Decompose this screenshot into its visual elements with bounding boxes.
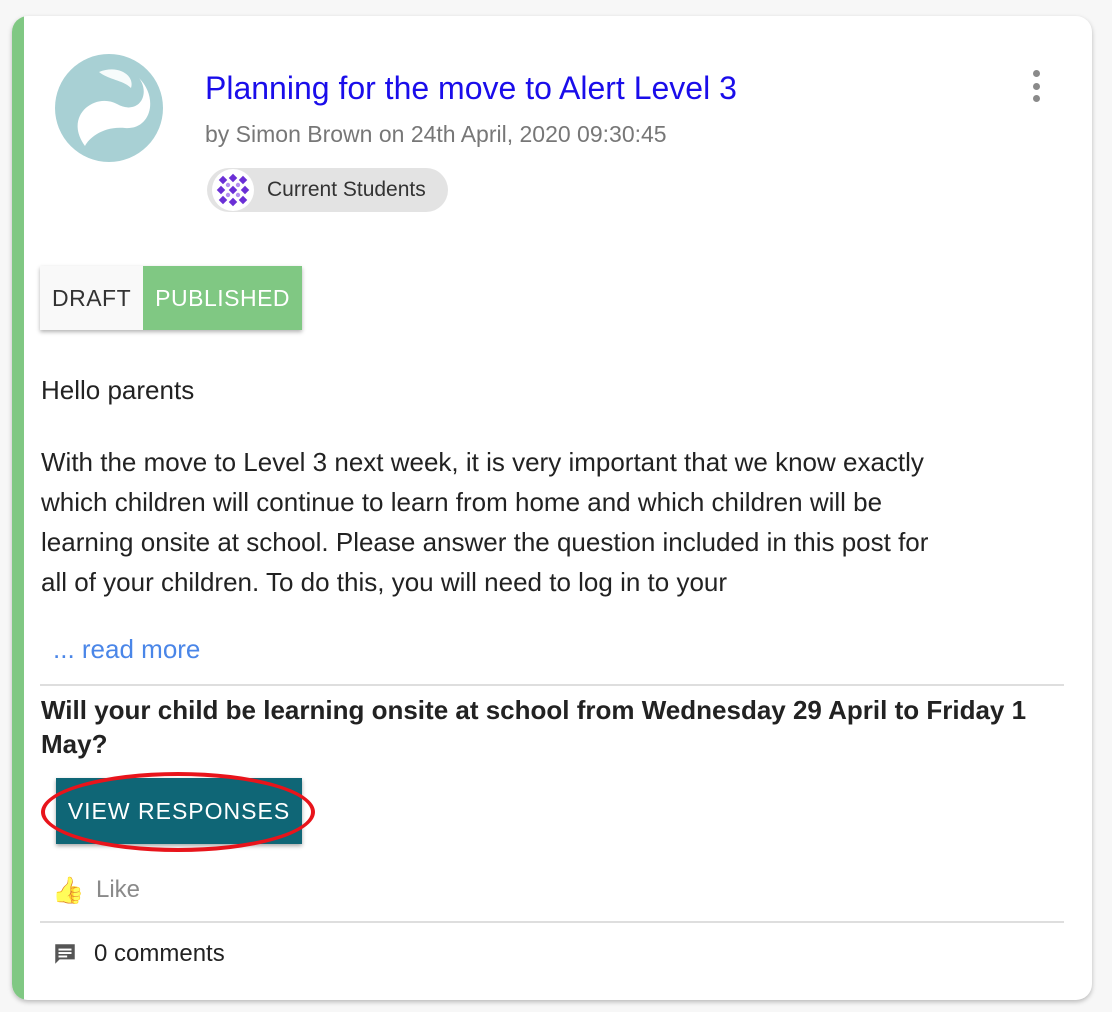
card-status-accent xyxy=(12,16,24,1000)
comments-button[interactable]: 0 comments xyxy=(52,936,225,972)
thumbs-up-icon: 👍 xyxy=(52,874,85,905)
post-body-line: which children will continue to learn fr… xyxy=(41,487,883,517)
publish-status-toggle: DRAFT PUBLISHED xyxy=(40,266,303,330)
post-question: Will your child be learning onsite at sc… xyxy=(41,695,1027,759)
post-body-line: With the move to Level 3 next week, it i… xyxy=(41,447,924,477)
post-byline: by Simon Brown on 24th April, 2020 09:30… xyxy=(205,121,667,147)
more-vertical-icon[interactable] xyxy=(1022,68,1050,104)
post-title-link[interactable]: Planning for the move to Alert Level 3 xyxy=(205,68,737,108)
school-logo-icon xyxy=(55,54,163,162)
audience-chip[interactable]: Current Students xyxy=(207,168,448,212)
group-pattern-icon xyxy=(212,169,254,211)
comment-icon xyxy=(55,944,75,964)
post-body-line: all of your children. To do this, you wi… xyxy=(41,567,728,597)
divider xyxy=(40,684,1064,686)
published-toggle-button[interactable]: PUBLISHED xyxy=(143,266,303,330)
post-card: Planning for the move to Alert Level 3 b… xyxy=(12,16,1092,1000)
post-greeting: Hello parents xyxy=(41,375,195,405)
view-responses-button[interactable]: VIEW RESPONSES xyxy=(56,778,302,844)
post-body: With the move to Level 3 next week, it i… xyxy=(41,442,1081,602)
audience-chip-label: Current Students xyxy=(267,178,426,201)
comments-count-label: 0 comments xyxy=(94,940,225,967)
draft-toggle-button[interactable]: DRAFT xyxy=(40,266,144,330)
like-label: Like xyxy=(96,876,141,903)
divider xyxy=(40,921,1064,923)
read-more-link[interactable]: ... read more xyxy=(53,632,200,666)
like-button[interactable]: 👍 Like xyxy=(52,872,140,908)
post-body-line: learning onsite at school. Please answer… xyxy=(41,527,929,557)
